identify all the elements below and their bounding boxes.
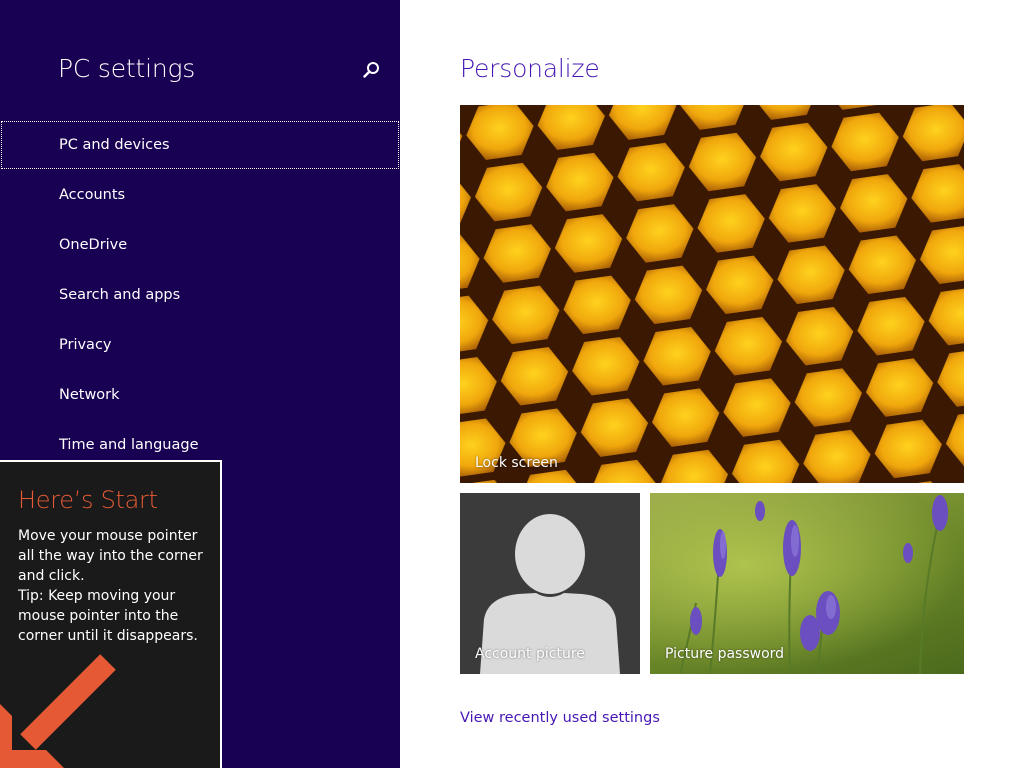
search-icon bbox=[363, 62, 379, 78]
tile-label: Picture password bbox=[665, 646, 785, 662]
tip-line: mouse pointer into the bbox=[18, 608, 179, 624]
nav-item-label: Accounts bbox=[59, 187, 126, 203]
tip-line: and click. bbox=[18, 568, 85, 584]
arrow-down-left-icon bbox=[0, 654, 116, 768]
page-title: Personalize bbox=[460, 54, 600, 83]
settings-nav-list: PC and devices Accounts OneDrive Search … bbox=[0, 120, 400, 470]
search-button[interactable] bbox=[358, 58, 384, 84]
tile-label: Account picture bbox=[475, 646, 585, 662]
tile-label: Lock screen bbox=[475, 455, 558, 471]
nav-item-privacy[interactable]: Privacy bbox=[0, 320, 400, 370]
pane-title: PC settings bbox=[58, 54, 196, 83]
tip-body: Move your mouse pointer all the way into… bbox=[18, 526, 208, 646]
nav-item-pc-and-devices[interactable]: PC and devices bbox=[0, 120, 400, 170]
tip-line: Move your mouse pointer bbox=[18, 528, 198, 544]
nav-item-onedrive[interactable]: OneDrive bbox=[0, 220, 400, 270]
tip-line: all the way into the corner bbox=[18, 548, 203, 564]
nav-item-label: OneDrive bbox=[59, 237, 128, 253]
honeycomb-image bbox=[460, 105, 964, 483]
nav-item-network[interactable]: Network bbox=[0, 370, 400, 420]
view-recent-settings-link[interactable]: View recently used settings bbox=[460, 710, 660, 726]
nav-item-label: Search and apps bbox=[59, 287, 181, 303]
tip-heading: Here’s Start bbox=[18, 486, 158, 514]
nav-item-label: Time and language bbox=[59, 437, 199, 453]
start-tip-flyout: Here’s Start Move your mouse pointer all… bbox=[0, 460, 222, 768]
account-picture-tile[interactable]: Account picture bbox=[460, 493, 640, 674]
lock-screen-tile[interactable]: Lock screen bbox=[460, 105, 964, 483]
tip-line: Tip: Keep moving your bbox=[18, 588, 176, 604]
tip-line: corner until it disappears. bbox=[18, 628, 198, 644]
nav-item-label: Privacy bbox=[59, 337, 112, 353]
nav-item-search-and-apps[interactable]: Search and apps bbox=[0, 270, 400, 320]
nav-item-label: Network bbox=[59, 387, 120, 403]
nav-item-accounts[interactable]: Accounts bbox=[0, 170, 400, 220]
picture-password-tile[interactable]: Picture password bbox=[650, 493, 964, 674]
nav-item-label: PC and devices bbox=[59, 137, 170, 153]
